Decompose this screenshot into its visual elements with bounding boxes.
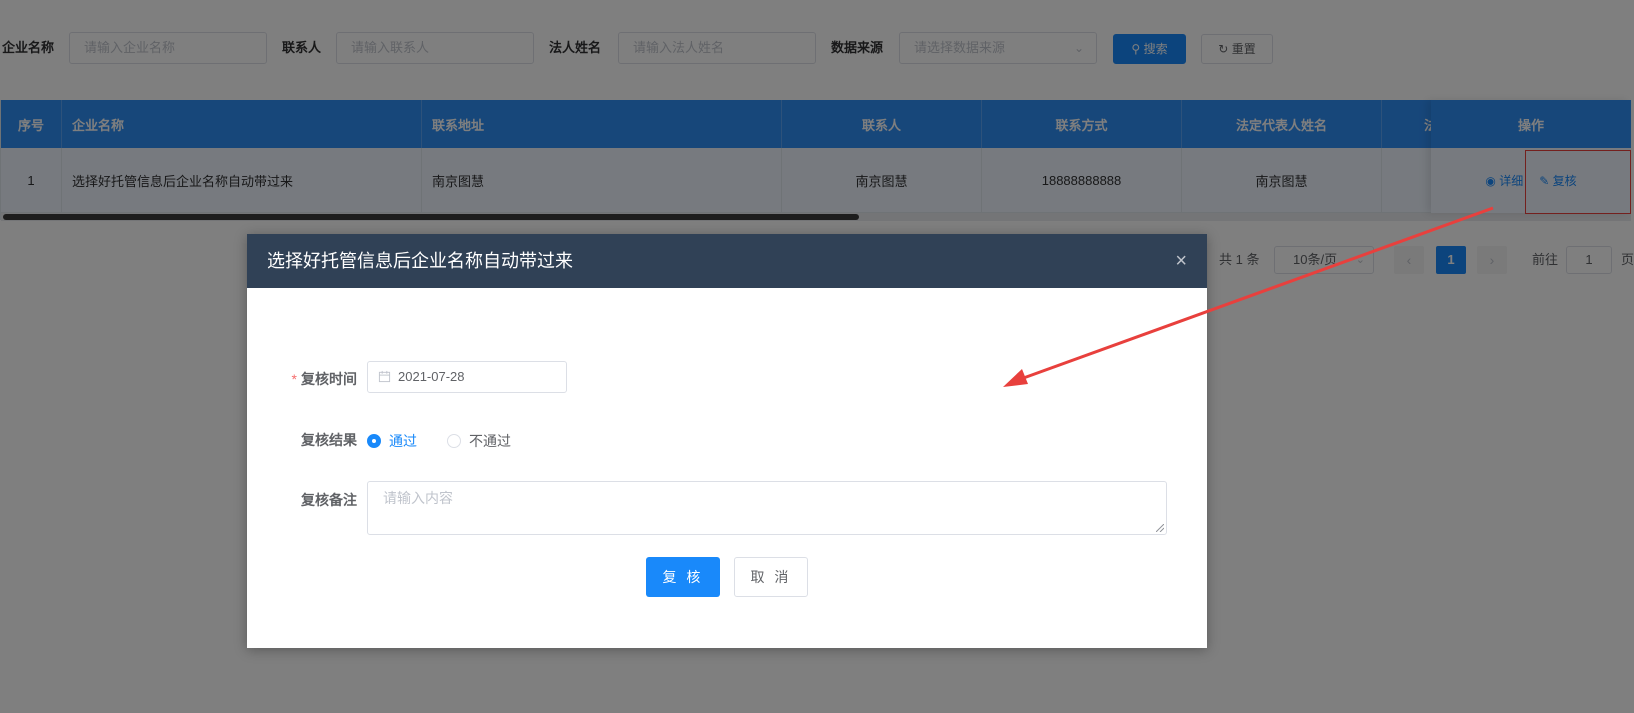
radio-pass-label: 通过	[389, 433, 417, 449]
remark-textarea[interactable]: 请输入内容	[367, 481, 1167, 535]
review-time-label-text: 复核时间	[301, 371, 357, 387]
radio-checked-icon	[367, 434, 381, 448]
radio-fail[interactable]: 不通过	[447, 431, 511, 451]
review-time-value: 2021-07-28	[398, 369, 465, 384]
radio-pass[interactable]: 通过	[367, 431, 417, 451]
review-time-label: * 复核时间	[247, 369, 357, 389]
remark-label: 复核备注	[301, 492, 357, 508]
confirm-review-button[interactable]: 复 核	[646, 557, 720, 597]
remark-placeholder: 请输入内容	[383, 490, 453, 506]
dialog-title: 选择好托管信息后企业名称自动带过来	[267, 251, 573, 271]
dialog-header: 选择好托管信息后企业名称自动带过来 ×	[247, 234, 1207, 288]
review-dialog: 选择好托管信息后企业名称自动带过来 × * 复核时间 2021-07-28 复核结…	[247, 234, 1207, 648]
review-result-label: 复核结果	[301, 432, 357, 448]
radio-fail-label: 不通过	[469, 433, 511, 449]
close-icon[interactable]: ×	[1175, 234, 1187, 288]
radio-unchecked-icon	[447, 434, 461, 448]
resize-handle-icon[interactable]	[1156, 524, 1164, 532]
cancel-button[interactable]: 取 消	[734, 557, 808, 597]
review-time-date-picker[interactable]: 2021-07-28	[367, 361, 567, 393]
calendar-icon	[378, 370, 391, 383]
required-mark: *	[291, 371, 297, 387]
